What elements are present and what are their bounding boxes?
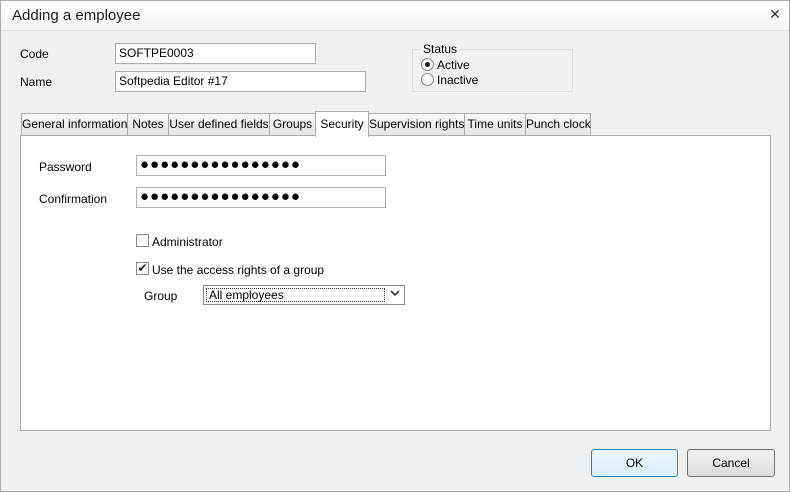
access-rights-label[interactable]: Use the access rights of a group bbox=[152, 263, 324, 277]
tab-groups[interactable]: Groups bbox=[269, 113, 316, 136]
tab-supervision-rights[interactable]: Supervision rights bbox=[368, 113, 465, 136]
administrator-checkbox[interactable] bbox=[136, 234, 149, 247]
group-label: Group bbox=[144, 289, 178, 303]
status-inactive-label[interactable]: Inactive bbox=[437, 73, 478, 87]
check-icon: ✔ bbox=[137, 261, 148, 275]
cancel-button[interactable]: Cancel bbox=[687, 449, 775, 477]
access-rights-checkbox[interactable]: ✔ bbox=[136, 262, 149, 275]
tab-security[interactable]: Security bbox=[315, 111, 369, 137]
confirmation-label: Confirmation bbox=[39, 192, 108, 206]
group-select[interactable]: All employees bbox=[203, 285, 405, 305]
status-active-radio[interactable] bbox=[421, 58, 434, 71]
dialog-window: Adding a employee ✕ Code SOFTPE0003 Name… bbox=[0, 0, 790, 492]
group-select-value: All employees bbox=[206, 288, 385, 302]
status-legend: Status bbox=[423, 42, 458, 56]
close-icon[interactable]: ✕ bbox=[767, 7, 783, 21]
window-title: Adding a employee bbox=[12, 7, 141, 24]
code-label: Code bbox=[20, 47, 49, 61]
password-input[interactable]: ●●●●●●●●●●●●●●●● bbox=[136, 155, 386, 176]
tab-time-units[interactable]: Time units bbox=[464, 113, 526, 136]
code-input[interactable]: SOFTPE0003 bbox=[115, 43, 316, 64]
status-inactive-radio[interactable] bbox=[421, 73, 434, 86]
tab-user-defined-fields[interactable]: User defined fields bbox=[168, 113, 270, 136]
tab-punch-clock[interactable]: Punch clock bbox=[525, 113, 591, 136]
password-label: Password bbox=[39, 160, 92, 174]
chevron-down-icon[interactable] bbox=[387, 288, 402, 302]
name-input[interactable]: Softpedia Editor #17 bbox=[115, 71, 366, 92]
security-tab-panel: Password ●●●●●●●●●●●●●●●● Confirmation ●… bbox=[20, 135, 771, 431]
administrator-label[interactable]: Administrator bbox=[152, 235, 223, 249]
tab-general-information[interactable]: General information bbox=[21, 113, 128, 136]
name-label: Name bbox=[20, 75, 53, 89]
ok-button[interactable]: OK bbox=[591, 449, 678, 477]
status-active-label[interactable]: Active bbox=[437, 58, 470, 72]
title-bar: Adding a employee ✕ bbox=[1, 1, 789, 31]
tab-notes[interactable]: Notes bbox=[127, 113, 169, 136]
confirmation-input[interactable]: ●●●●●●●●●●●●●●●● bbox=[136, 187, 386, 208]
